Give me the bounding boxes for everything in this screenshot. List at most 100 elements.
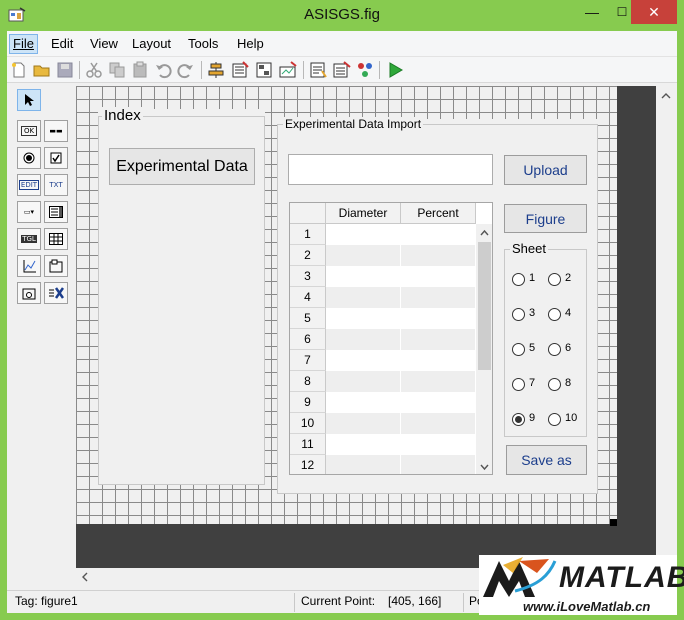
undo-icon[interactable] — [154, 61, 172, 79]
percent-cell[interactable] — [401, 224, 476, 245]
diameter-cell[interactable] — [326, 434, 401, 455]
row-header[interactable]: 5 — [290, 308, 326, 329]
table-scroll-thumb[interactable] — [478, 242, 491, 370]
toggle-button-tool[interactable]: TGL — [17, 228, 41, 250]
run-figure-icon[interactable] — [386, 61, 404, 79]
diameter-cell[interactable] — [326, 287, 401, 308]
percent-cell[interactable] — [401, 413, 476, 434]
sheet-radio-7[interactable] — [512, 378, 525, 391]
property-inspector-icon[interactable] — [333, 61, 351, 79]
panel-tool[interactable] — [44, 255, 68, 277]
save-icon[interactable] — [56, 61, 74, 79]
menu-help[interactable]: Help — [233, 34, 268, 54]
scroll-down-arrow-icon[interactable] — [480, 464, 489, 471]
row-header[interactable]: 1 — [290, 224, 326, 245]
row-header[interactable]: 11 — [290, 434, 326, 455]
save-as-button[interactable]: Save as — [506, 445, 587, 475]
align-objects-icon[interactable] — [207, 61, 225, 79]
percent-cell[interactable] — [401, 329, 476, 350]
percent-cell[interactable] — [401, 266, 476, 287]
row-header[interactable]: 6 — [290, 329, 326, 350]
column-header-diameter[interactable]: Diameter — [326, 203, 401, 224]
button-group-tool[interactable] — [17, 282, 41, 304]
redo-icon[interactable] — [177, 61, 195, 79]
edit-text-tool[interactable]: EDIT — [17, 174, 41, 196]
row-header[interactable]: 8 — [290, 371, 326, 392]
sheet-radio-6[interactable] — [548, 343, 561, 356]
diameter-cell[interactable] — [326, 308, 401, 329]
m-file-editor-icon[interactable] — [309, 61, 327, 79]
row-header[interactable]: 7 — [290, 350, 326, 371]
paste-icon[interactable] — [131, 61, 149, 79]
diameter-cell[interactable] — [326, 455, 401, 474]
menu-edit[interactable]: Edit — [47, 34, 77, 54]
open-folder-icon[interactable] — [33, 61, 51, 79]
experimental-data-button[interactable]: Experimental Data — [109, 148, 255, 185]
axes-tool[interactable] — [17, 255, 41, 277]
menu-editor-icon[interactable] — [231, 61, 249, 79]
row-header[interactable]: 9 — [290, 392, 326, 413]
diameter-cell[interactable] — [326, 266, 401, 287]
percent-cell[interactable] — [401, 392, 476, 413]
slider-tool[interactable]: ▬▬ — [44, 120, 68, 142]
new-file-icon[interactable] — [10, 61, 28, 79]
activex-control-tool[interactable] — [44, 282, 68, 304]
select-tool[interactable] — [17, 89, 41, 111]
sheet-radio-5[interactable] — [512, 343, 525, 356]
percent-cell[interactable] — [401, 371, 476, 392]
figure-button[interactable]: Figure — [504, 204, 587, 233]
percent-cell[interactable] — [401, 434, 476, 455]
cut-icon[interactable] — [85, 61, 103, 79]
sheet-radio-4[interactable] — [548, 308, 561, 321]
row-header[interactable]: 2 — [290, 245, 326, 266]
menu-layout[interactable]: Layout — [128, 34, 175, 54]
static-text-tool[interactable]: TXT — [44, 174, 68, 196]
sheet-radio-2[interactable] — [548, 273, 561, 286]
diameter-cell[interactable] — [326, 413, 401, 434]
row-header[interactable]: 12 — [290, 455, 326, 474]
row-header[interactable]: 3 — [290, 266, 326, 287]
table-vertical-scrollbar[interactable] — [476, 224, 492, 474]
table-tool[interactable] — [44, 228, 68, 250]
sheet-radio-10[interactable] — [548, 413, 561, 426]
scroll-up-arrow-icon[interactable] — [661, 92, 671, 99]
percent-cell[interactable] — [401, 350, 476, 371]
radio-button-tool[interactable] — [17, 147, 41, 169]
sheet-radio-8[interactable] — [548, 378, 561, 391]
checkbox-tool[interactable] — [44, 147, 68, 169]
sheet-radio-3[interactable] — [512, 308, 525, 321]
canvas-vertical-scrollbar[interactable] — [656, 86, 677, 568]
file-path-input[interactable] — [288, 154, 493, 185]
title-bar[interactable]: ASISGS.fig — ☐ ✕ — [0, 0, 684, 31]
diameter-cell[interactable] — [326, 371, 401, 392]
menu-tools[interactable]: Tools — [184, 34, 222, 54]
percent-cell[interactable] — [401, 455, 476, 474]
scroll-up-arrow-icon[interactable] — [480, 229, 489, 236]
data-table[interactable]: Diameter Percent 1 2 3 4 5 6 7 8 9 10 11 12 — [289, 202, 493, 475]
tab-order-editor-icon[interactable] — [255, 61, 273, 79]
percent-cell[interactable] — [401, 308, 476, 329]
resize-handle[interactable] — [610, 519, 617, 526]
object-browser-icon[interactable] — [356, 61, 374, 79]
listbox-tool[interactable] — [44, 201, 68, 223]
sheet-radio-9[interactable] — [512, 413, 525, 426]
diameter-cell[interactable] — [326, 329, 401, 350]
toolbar-editor-icon[interactable] — [279, 61, 297, 79]
menu-file[interactable]: File — [9, 34, 38, 54]
percent-cell[interactable] — [401, 287, 476, 308]
popup-menu-tool[interactable]: ▭▾ — [17, 201, 41, 223]
row-header[interactable]: 10 — [290, 413, 326, 434]
diameter-cell[interactable] — [326, 350, 401, 371]
sheet-radio-1[interactable] — [512, 273, 525, 286]
copy-icon[interactable] — [108, 61, 126, 79]
percent-cell[interactable] — [401, 245, 476, 266]
diameter-cell[interactable] — [326, 245, 401, 266]
push-button-tool[interactable]: OK — [17, 120, 41, 142]
diameter-cell[interactable] — [326, 392, 401, 413]
close-button[interactable]: ✕ — [631, 0, 677, 24]
column-header-percent[interactable]: Percent — [401, 203, 476, 224]
diameter-cell[interactable] — [326, 224, 401, 245]
row-header[interactable]: 4 — [290, 287, 326, 308]
upload-button[interactable]: Upload — [504, 155, 587, 185]
minimize-button[interactable]: — — [577, 0, 607, 24]
